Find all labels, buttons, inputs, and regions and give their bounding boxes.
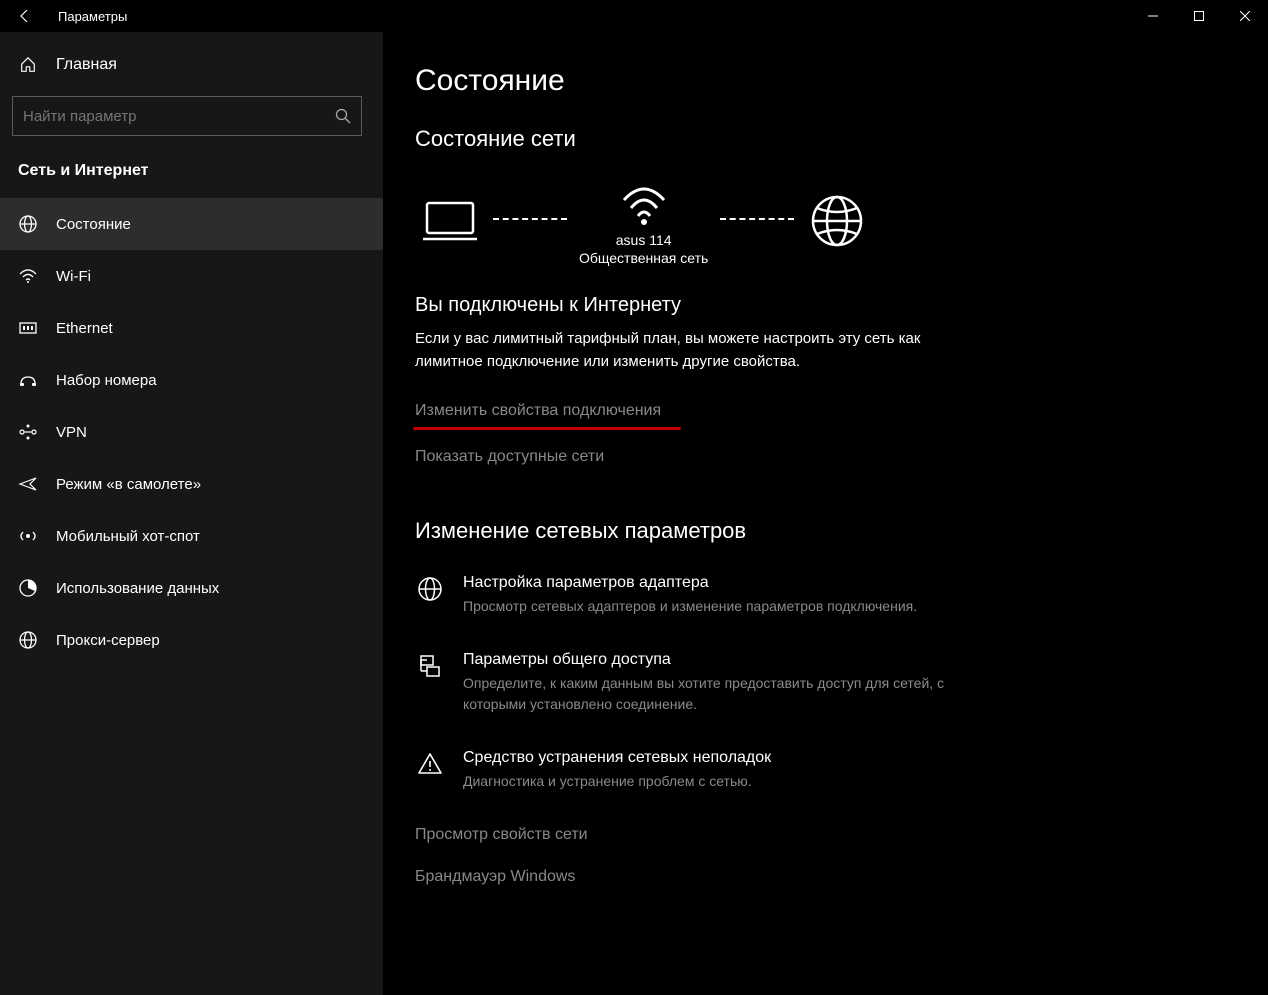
category-header: Сеть и Интернет [0, 154, 383, 198]
show-available-networks-link[interactable]: Показать доступные сети [415, 448, 604, 466]
sidebar-item-label: Wi-Fi [56, 268, 91, 285]
search-box[interactable] [12, 96, 362, 136]
home-icon [18, 56, 38, 74]
search-input[interactable] [23, 108, 335, 125]
wifi-icon [18, 266, 38, 286]
proxy-icon [18, 630, 38, 650]
search-icon [335, 108, 351, 124]
datausage-icon [18, 578, 38, 598]
hotspot-icon [18, 526, 38, 546]
sidebar-item-label: Режим «в самолете» [56, 476, 201, 493]
adapter-settings-row[interactable]: Настройка параметров адаптера Просмотр с… [415, 574, 975, 617]
back-button[interactable] [16, 7, 34, 25]
setting-title: Настройка параметров адаптера [463, 574, 975, 592]
window-title: Параметры [58, 9, 1130, 24]
network-status-title: Состояние сети [415, 126, 1268, 152]
connection-line [493, 218, 567, 220]
globe-large-icon [806, 196, 868, 246]
setting-desc: Просмотр сетевых адаптеров и изменение п… [463, 596, 975, 617]
sidebar-item-status[interactable]: Состояние [0, 198, 383, 250]
minimize-button[interactable] [1130, 0, 1176, 32]
setting-desc: Диагностика и устранение проблем с сетью… [463, 771, 975, 792]
sidebar-item-label: Набор номера [56, 372, 157, 389]
warning-icon [415, 751, 445, 777]
change-connection-props-link[interactable]: Изменить свойства подключения [415, 402, 661, 420]
sidebar-item-vpn[interactable]: VPN [0, 406, 383, 458]
home-button[interactable]: Главная [0, 42, 383, 88]
connected-description: Если у вас лимитный тарифный план, вы мо… [415, 327, 935, 374]
adapter-icon [415, 576, 445, 602]
sharing-icon [415, 653, 445, 679]
setting-desc: Определите, к каким данным вы хотите пре… [463, 673, 975, 715]
connected-heading: Вы подключены к Интернету [415, 294, 1268, 317]
network-type-label: Общественная сеть [579, 250, 708, 266]
sidebar-item-airplane[interactable]: Режим «в самолете» [0, 458, 383, 510]
sidebar-item-wifi[interactable]: Wi-Fi [0, 250, 383, 302]
view-network-props-link[interactable]: Просмотр свойств сети [415, 826, 1268, 844]
main-content: Состояние Состояние сети asus 114 Общест… [383, 32, 1268, 995]
sidebar-item-label: VPN [56, 424, 87, 441]
sidebar-item-label: Использование данных [56, 580, 219, 597]
network-diagram: asus 114 Общественная сеть [419, 176, 1268, 266]
ssid-label: asus 114 [616, 232, 672, 248]
sidebar-item-label: Ethernet [56, 320, 113, 337]
close-button[interactable] [1222, 0, 1268, 32]
dialup-icon [18, 370, 38, 390]
home-label: Главная [56, 56, 117, 74]
sharing-settings-row[interactable]: Параметры общего доступа Определите, к к… [415, 651, 975, 715]
sidebar-item-datausage[interactable]: Использование данных [0, 562, 383, 614]
ethernet-icon [18, 318, 38, 338]
sidebar-item-ethernet[interactable]: Ethernet [0, 302, 383, 354]
sidebar-item-proxy[interactable]: Прокси-сервер [0, 614, 383, 666]
airplane-icon [18, 474, 38, 494]
setting-title: Параметры общего доступа [463, 651, 975, 669]
computer-icon [419, 196, 481, 246]
annotation-underline [413, 427, 681, 430]
sidebar: Главная Сеть и Интернет Состояние Wi-Fi [0, 32, 383, 995]
connection-line [720, 218, 794, 220]
globe-icon [18, 214, 38, 234]
sidebar-item-label: Прокси-сервер [56, 632, 160, 649]
wifi-router-icon [613, 176, 675, 226]
page-title: Состояние [415, 64, 1268, 98]
vpn-icon [18, 422, 38, 442]
setting-title: Средство устранения сетевых неполадок [463, 749, 975, 767]
sidebar-item-hotspot[interactable]: Мобильный хот-спот [0, 510, 383, 562]
troubleshoot-row[interactable]: Средство устранения сетевых неполадок Ди… [415, 749, 975, 792]
maximize-button[interactable] [1176, 0, 1222, 32]
sidebar-item-label: Мобильный хот-спот [56, 528, 200, 545]
sidebar-item-dialup[interactable]: Набор номера [0, 354, 383, 406]
change-network-settings-title: Изменение сетевых параметров [415, 518, 1268, 544]
sidebar-item-label: Состояние [56, 216, 131, 233]
firewall-link[interactable]: Брандмауэр Windows [415, 868, 1268, 886]
